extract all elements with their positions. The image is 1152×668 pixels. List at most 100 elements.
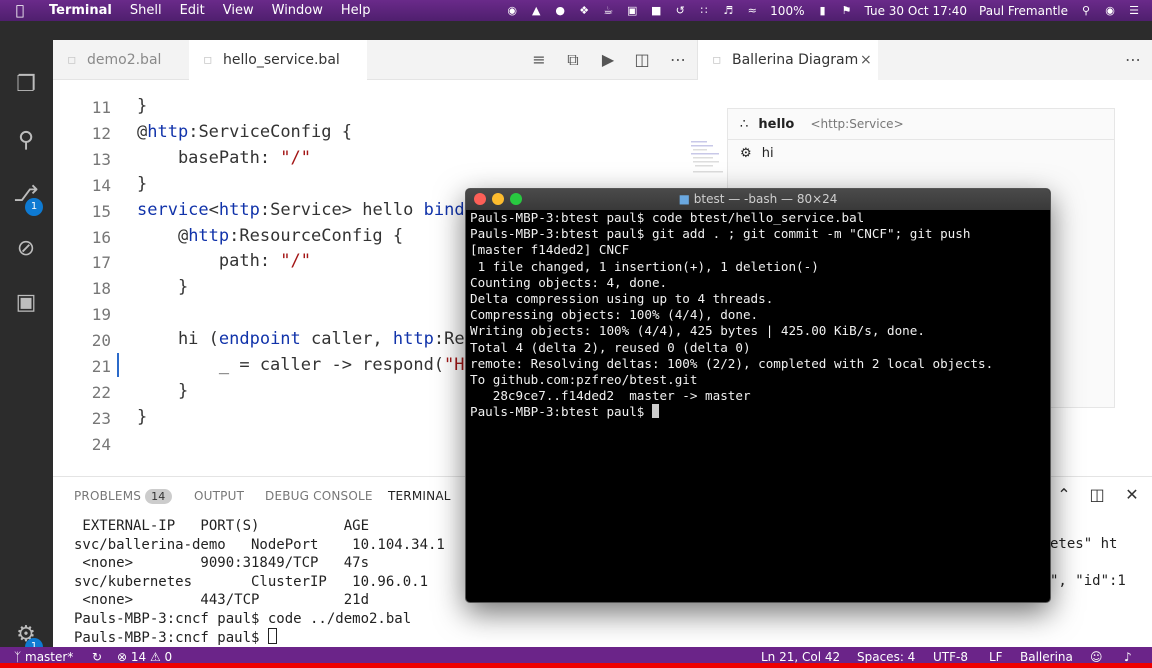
problems-indicator[interactable]: ⊗ 14 ⚠ 0 xyxy=(117,650,172,664)
menu-help[interactable]: Help xyxy=(332,3,380,18)
circle-icon[interactable]: ● xyxy=(553,4,567,17)
close-tab-icon[interactable]: × xyxy=(860,40,872,80)
feedback-smiley-icon[interactable]: ☺ xyxy=(1090,650,1103,664)
terminal-overflow-text-2: ", "id":1 xyxy=(1050,573,1126,589)
code-line[interactable]: } xyxy=(137,96,147,116)
extensions-icon[interactable]: ▣ xyxy=(11,288,41,318)
terminal-window[interactable]: ■ btest — -bash — 80×24 Pauls-MBP-3:btes… xyxy=(465,188,1051,603)
code-line[interactable]: } xyxy=(137,381,188,401)
notification-center-icon[interactable]: ☰ xyxy=(1127,4,1141,17)
code-line[interactable]: hi (endpoint caller, http:Re xyxy=(137,329,465,349)
maximize-panel-icon[interactable]: ⌃ xyxy=(1054,485,1074,504)
search-icon[interactable]: ⚲ xyxy=(11,126,41,156)
sync-icon[interactable]: ↻ xyxy=(92,650,102,664)
debug-icon[interactable]: ⊘ xyxy=(11,234,41,264)
menubar-datetime[interactable]: Tue 30 Oct 17:40 xyxy=(858,4,973,18)
code-line[interactable]: @http:ResourceConfig { xyxy=(137,226,403,246)
error-count: 14 xyxy=(130,650,147,664)
line-number: 18 xyxy=(91,279,111,299)
open-changes-icon[interactable]: ⧉ xyxy=(562,40,584,80)
line-ending[interactable]: LF xyxy=(989,650,1003,664)
drive-b-icon[interactable]: ▣ xyxy=(625,4,639,17)
branch-indicator[interactable]: ᛉ master* xyxy=(14,650,73,664)
service-type: <http:Service> xyxy=(810,117,904,131)
line-number: 21 xyxy=(91,357,111,376)
toggle-panel-icon[interactable]: ◫ xyxy=(1087,485,1107,504)
terminal-output[interactable]: Pauls-MBP-3:btest paul$ code btest/hello… xyxy=(466,210,1050,421)
close-window-button[interactable] xyxy=(474,193,486,205)
terminal-titlebar[interactable]: ■ btest — -bash — 80×24 xyxy=(466,189,1050,210)
tab-hello-service[interactable]: ▫ hello_service.bal xyxy=(189,40,367,80)
terminal-line: Total 4 (delta 2), reused 0 (delta 0) xyxy=(470,339,751,355)
source-control-badge: 1 xyxy=(25,198,43,216)
minimize-window-button[interactable] xyxy=(492,193,504,205)
menu-view[interactable]: View xyxy=(214,3,263,18)
indentation[interactable]: Spaces: 4 xyxy=(857,650,915,664)
code-line[interactable]: service<http:Service> hello bind xyxy=(137,200,465,220)
panel-tab-problems[interactable]: PROBLEMS 14 xyxy=(74,489,172,504)
apple-icon[interactable]:  xyxy=(0,3,40,19)
menu-shell[interactable]: Shell xyxy=(121,3,171,18)
battery-icon[interactable]: ▮ xyxy=(815,4,829,17)
code-line[interactable]: _ = caller -> respond("H xyxy=(137,355,465,375)
tab-hello-service-label: hello_service.bal xyxy=(223,52,340,68)
diagram-more-icon[interactable]: ⋯ xyxy=(1122,40,1144,80)
spotlight-icon[interactable]: ⚲ xyxy=(1079,4,1093,17)
menubar-user[interactable]: Paul Fremantle xyxy=(973,4,1074,18)
code-line[interactable]: path: "/" xyxy=(137,251,311,271)
integrated-terminal[interactable]: EXTERNAL-IP PORT(S) AGE svc/ballerina-de… xyxy=(74,517,445,648)
language-mode[interactable]: Ballerina xyxy=(1020,650,1073,664)
panel-tab-terminal[interactable]: TERMINAL xyxy=(388,489,451,503)
panel-tab-debug-console[interactable]: DEBUG CONSOLE xyxy=(265,489,373,503)
battery-percent[interactable]: 100% xyxy=(764,4,810,18)
drive-icon[interactable]: ▲ xyxy=(529,4,543,17)
file-icon: ▫ xyxy=(203,52,213,68)
code-line[interactable]: } xyxy=(137,407,147,427)
siri-icon[interactable]: ◉ xyxy=(1103,4,1117,17)
record-icon[interactable]: ◉ xyxy=(505,4,519,17)
terminal-line: 28c9ce7..f14ded2 master -> master xyxy=(470,388,751,404)
terminal-line: Compressing objects: 100% (4/4), done. xyxy=(470,307,759,323)
line-number: 15 xyxy=(91,201,111,221)
notifications-bell-icon[interactable]: ♪ xyxy=(1124,650,1132,664)
menu-window[interactable]: Window xyxy=(263,3,332,18)
sound-icon[interactable]: ♬ xyxy=(721,4,735,17)
cursor-position[interactable]: Ln 21, Col 42 xyxy=(761,650,840,664)
activity-bar: ❐ ⚲ ⎇ 1 ⊘ ▣ ⚙ 1 xyxy=(0,40,53,656)
line-number: 22 xyxy=(91,382,111,402)
time-machine-icon[interactable]: ↺ xyxy=(673,4,687,17)
more-actions-icon[interactable]: ⋯ xyxy=(667,40,689,80)
code-line[interactable]: } xyxy=(137,277,188,297)
coffee-icon[interactable]: ☕ xyxy=(601,4,615,17)
tab-demo2[interactable]: ▫ demo2.bal xyxy=(53,40,183,80)
zoom-window-button[interactable] xyxy=(510,193,522,205)
panel-tab-output[interactable]: OUTPUT xyxy=(194,489,244,503)
file-icon: ▫ xyxy=(67,52,77,68)
tab-ballerina-diagram-label: Ballerina Diagram xyxy=(732,52,859,68)
tab-demo2-label: demo2.bal xyxy=(87,52,162,68)
wifi-icon[interactable]: ≈ xyxy=(745,4,759,17)
panel-terminal-line: <none> 443/TCP 21d xyxy=(74,592,370,608)
code-line[interactable]: basePath: "/" xyxy=(137,148,311,168)
explorer-icon[interactable]: ❐ xyxy=(11,70,41,100)
split-editor-icon[interactable]: ◫ xyxy=(631,40,653,80)
code-line[interactable]: } xyxy=(137,174,147,194)
line-number: 12 xyxy=(91,123,111,143)
encoding[interactable]: UTF-8 xyxy=(933,650,968,664)
service-row[interactable]: ∴ hello <http:Service> xyxy=(740,109,904,139)
menu-app-name[interactable]: Terminal xyxy=(40,3,121,18)
bluetooth-icon[interactable]: ∷ xyxy=(697,4,711,17)
flag-icon[interactable]: ⚑ xyxy=(839,4,853,17)
align-icon[interactable]: ≡ xyxy=(528,40,550,80)
b-app-icon[interactable]: ■ xyxy=(649,4,663,17)
menu-edit[interactable]: Edit xyxy=(171,3,214,18)
tab-ballerina-diagram[interactable]: ▫ Ballerina Diagram × xyxy=(698,40,878,80)
line-number: 13 xyxy=(91,149,111,169)
resource-row[interactable]: ⚙ hi xyxy=(740,139,774,169)
panel-terminal-line: Pauls-MBP-3:cncf paul$ xyxy=(74,630,268,646)
code-line[interactable]: @http:ServiceConfig { xyxy=(137,122,352,142)
run-icon[interactable]: ▶ xyxy=(597,40,619,80)
dropbox-icon[interactable]: ❖ xyxy=(577,4,591,17)
line-number: 19 xyxy=(91,305,111,325)
close-panel-icon[interactable]: ✕ xyxy=(1122,485,1142,504)
